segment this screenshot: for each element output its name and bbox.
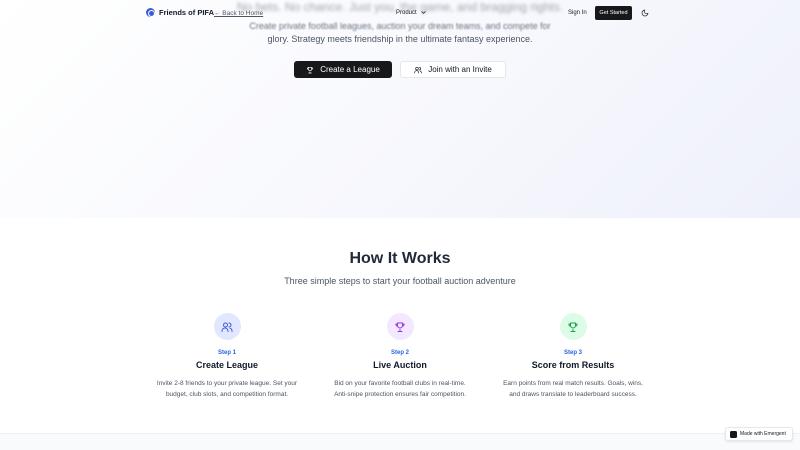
product-menu[interactable]: Product — [396, 9, 427, 16]
step-card-3: Step 3 Score from Results Earn points fr… — [478, 313, 668, 400]
brand-logo-icon — [146, 8, 155, 17]
trophy-icon — [307, 66, 314, 73]
step-description-line-1: Invite 2-8 friends to your private leagu… — [156, 380, 298, 387]
back-to-home-link[interactable]: ← Back to Home — [214, 10, 263, 17]
join-invite-label: Join with an Invite — [428, 65, 492, 74]
sign-in-button[interactable]: Sign In — [568, 10, 587, 16]
join-invite-button[interactable]: Join with an Invite — [400, 61, 506, 78]
step-description: Invite 2-8 friends to your private leagu… — [132, 378, 322, 400]
step-title: Live Auction — [373, 360, 427, 370]
made-with-label: Made with Emergent — [740, 431, 786, 437]
product-label: Product — [396, 9, 417, 16]
step-number: Step 3 — [563, 350, 582, 356]
step-icon-circle — [213, 313, 241, 340]
trophy-icon — [395, 322, 405, 332]
create-league-label: Create a League — [320, 65, 380, 74]
get-started-button[interactable]: Get Started — [595, 6, 632, 20]
step-icon-circle — [559, 313, 587, 340]
step-title: Create League — [195, 360, 259, 370]
step-description-line-2: budget, club slots, and competition form… — [165, 391, 289, 398]
step-icon-circle — [386, 313, 414, 340]
step-description-line-2: Anti-snipe protection ensures fair compe… — [334, 391, 466, 398]
how-it-works-title: How It Works — [349, 250, 451, 267]
chevron-down-icon — [421, 11, 426, 14]
emergent-logo-icon — [730, 430, 737, 438]
step-card-1: Step 1 Create League Invite 2-8 friends … — [132, 313, 322, 400]
step-number: Step 1 — [217, 350, 236, 356]
brand-name: Friends of PIFA — [159, 8, 215, 17]
hero-description-line-2: glory. Strategy meets friendship in the … — [267, 34, 533, 44]
brand[interactable]: Friends of PIFA — [146, 8, 214, 17]
users-icon — [221, 322, 233, 332]
top-navbar: Friends of PIFA ← Back to Home Product S… — [0, 0, 800, 26]
footer-band — [0, 433, 800, 450]
hero-actions: Create a League Join with an Invite — [0, 61, 800, 78]
step-description-line-1: Earn points from real match results. Goa… — [503, 380, 643, 387]
step-title: Score from Results — [531, 360, 615, 370]
step-description-line-1: Bid on your favorite football clubs in r… — [334, 380, 466, 387]
hero-section: No bets. No chance. Just you, the game, … — [0, 0, 800, 218]
trophy-icon — [568, 322, 578, 332]
step-card-2: Step 2 Live Auction Bid on your favorite… — [305, 313, 495, 400]
moon-icon[interactable] — [641, 9, 649, 17]
made-with-emergent-badge[interactable]: Made with Emergent — [725, 427, 793, 441]
step-description: Bid on your favorite football clubs in r… — [305, 378, 495, 400]
how-it-works-subtitle: Three simple steps to start your footbal… — [284, 276, 516, 286]
users-icon — [414, 66, 422, 73]
step-number: Step 2 — [390, 350, 409, 356]
step-description: Earn points from real match results. Goa… — [478, 378, 668, 400]
create-league-button[interactable]: Create a League — [294, 61, 392, 78]
step-description-line-2: and draws translate to leaderboard succe… — [509, 391, 637, 398]
